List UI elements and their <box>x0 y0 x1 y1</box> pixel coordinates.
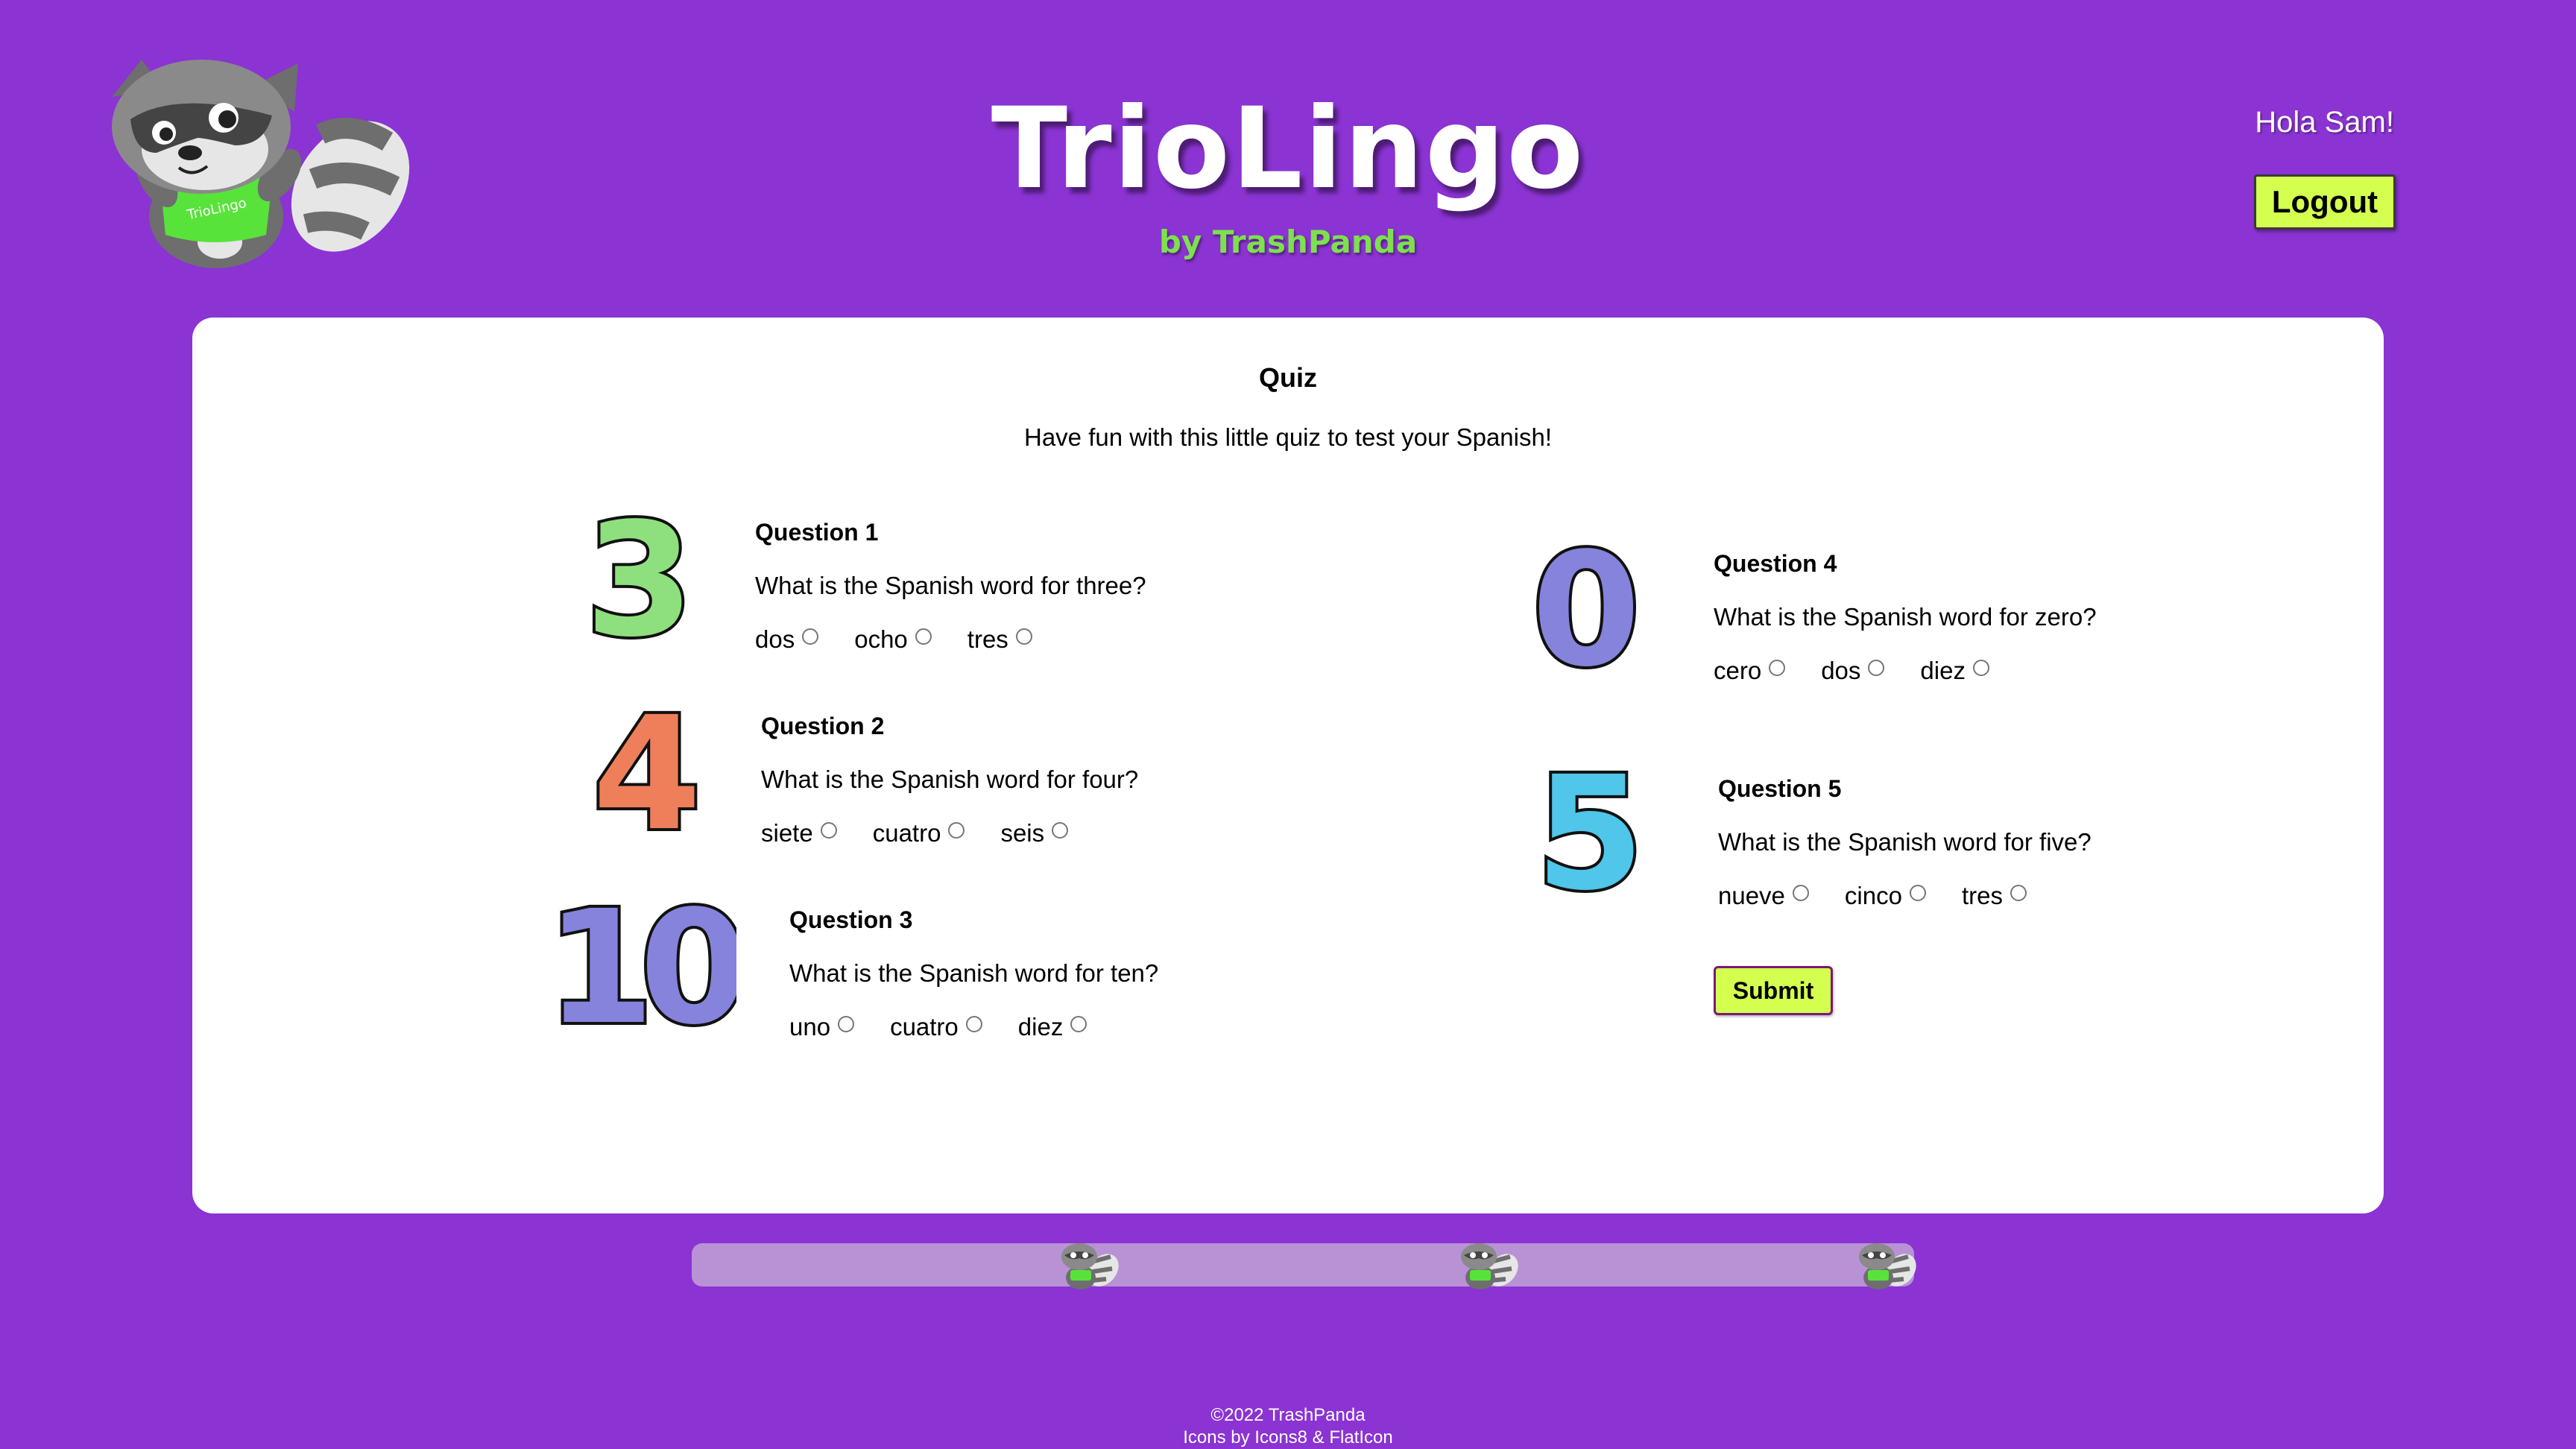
option[interactable]: cuatro <box>873 819 965 847</box>
question-label: Question 4 <box>1714 550 1837 577</box>
option[interactable]: uno <box>789 1013 855 1041</box>
app-subtitle: by TrashPanda <box>1158 224 1418 260</box>
option[interactable]: cuatro <box>890 1013 982 1041</box>
option[interactable]: seis <box>1000 819 1069 847</box>
footer: ©2022 TrashPanda Icons by Icons8 & FlatI… <box>0 1404 2576 1449</box>
svg-text:0: 0 <box>1532 534 1641 683</box>
option[interactable]: siete <box>761 819 837 847</box>
svg-text:4: 4 <box>593 698 701 847</box>
credits-text: Icons by Icons8 & FlatIcon <box>1183 1427 1393 1448</box>
answer-options: uno cuatro diez <box>789 1013 1158 1041</box>
app-title: TrioLingo <box>991 84 1585 214</box>
numeral-4-icon: 4 <box>590 698 704 847</box>
question-text: What is the Spanish word for four? <box>761 765 1139 793</box>
numeral-0-icon: 0 <box>1529 534 1644 683</box>
option[interactable]: diez <box>1018 1013 1087 1041</box>
answer-options: siete cuatro seis <box>761 819 1138 847</box>
question-4: Question 4 What is the Spanish word for … <box>1714 550 2097 685</box>
radio-button[interactable] <box>1015 628 1032 645</box>
raccoon-icon <box>1461 1243 1518 1289</box>
progress-track <box>692 1243 1914 1287</box>
svg-text:3: 3 <box>585 504 694 653</box>
question-label: Question 1 <box>755 519 879 546</box>
numeral-5-icon: 5 <box>1532 757 1647 906</box>
radio-button[interactable] <box>838 1016 855 1032</box>
question-text: What is the Spanish word for five? <box>1718 828 2092 856</box>
question-label: Question 5 <box>1718 775 1842 802</box>
radio-button[interactable] <box>1792 885 1809 901</box>
option[interactable]: dos <box>755 625 819 654</box>
option[interactable]: ocho <box>854 625 932 654</box>
question-2: Question 2 What is the Spanish word for … <box>761 713 1138 847</box>
radio-button[interactable] <box>1070 1016 1087 1032</box>
radio-button[interactable] <box>1052 822 1069 839</box>
radio-button[interactable] <box>802 628 819 645</box>
numeral-3-icon: 3 <box>582 504 697 653</box>
question-text: What is the Spanish word for three? <box>755 572 1146 599</box>
numeral-10-icon: 10 <box>543 891 736 1041</box>
answer-options: nueve cinco tres <box>1718 882 2092 910</box>
answer-options: cero dos diez <box>1714 657 2097 685</box>
option[interactable]: nueve <box>1718 882 1809 910</box>
radio-button[interactable] <box>1909 885 1926 901</box>
raccoon-icon <box>1061 1243 1119 1289</box>
logout-button[interactable]: Logout <box>2254 174 2396 230</box>
quiz-card: Quiz Have fun with this little quiz to t… <box>192 318 2384 1213</box>
question-text: What is the Spanish word for ten? <box>789 959 1159 987</box>
option[interactable]: dos <box>1821 657 1885 685</box>
brand: TrioLingo by TrashPanda <box>0 82 2576 260</box>
quiz-title: Quiz <box>1259 362 1317 393</box>
svg-text:10: 10 <box>546 891 736 1041</box>
svg-text:5: 5 <box>1535 757 1644 906</box>
user-greeting: Hola Sam! <box>2255 106 2394 139</box>
question-label: Question 3 <box>789 906 913 933</box>
radio-button[interactable] <box>2010 885 2027 901</box>
question-label: Question 2 <box>761 713 885 739</box>
question-text: What is the Spanish word for zero? <box>1714 603 2097 631</box>
option[interactable]: diez <box>1920 657 1989 685</box>
submit-button[interactable]: Submit <box>1714 966 1833 1015</box>
option[interactable]: tres <box>967 625 1032 654</box>
quiz-intro: Have fun with this little quiz to test y… <box>1023 423 1553 451</box>
radio-button[interactable] <box>948 822 965 839</box>
answer-options: dos ocho tres <box>755 625 1146 654</box>
option[interactable]: cinco <box>1845 882 1926 910</box>
radio-button[interactable] <box>915 628 932 645</box>
question-1: Question 1 What is the Spanish word for … <box>755 519 1146 654</box>
question-5: Question 5 What is the Spanish word for … <box>1718 775 2092 910</box>
option[interactable]: tres <box>1962 882 2027 910</box>
radio-button[interactable] <box>965 1016 982 1032</box>
question-3: Question 3 What is the Spanish word for … <box>789 906 1158 1041</box>
radio-button[interactable] <box>1868 660 1885 676</box>
copyright-text: ©2022 TrashPanda <box>1210 1405 1366 1425</box>
radio-button[interactable] <box>1972 660 1989 676</box>
raccoon-icon <box>1859 1243 1916 1289</box>
option[interactable]: cero <box>1714 657 1786 685</box>
radio-button[interactable] <box>820 822 837 839</box>
radio-button[interactable] <box>1769 660 1786 676</box>
